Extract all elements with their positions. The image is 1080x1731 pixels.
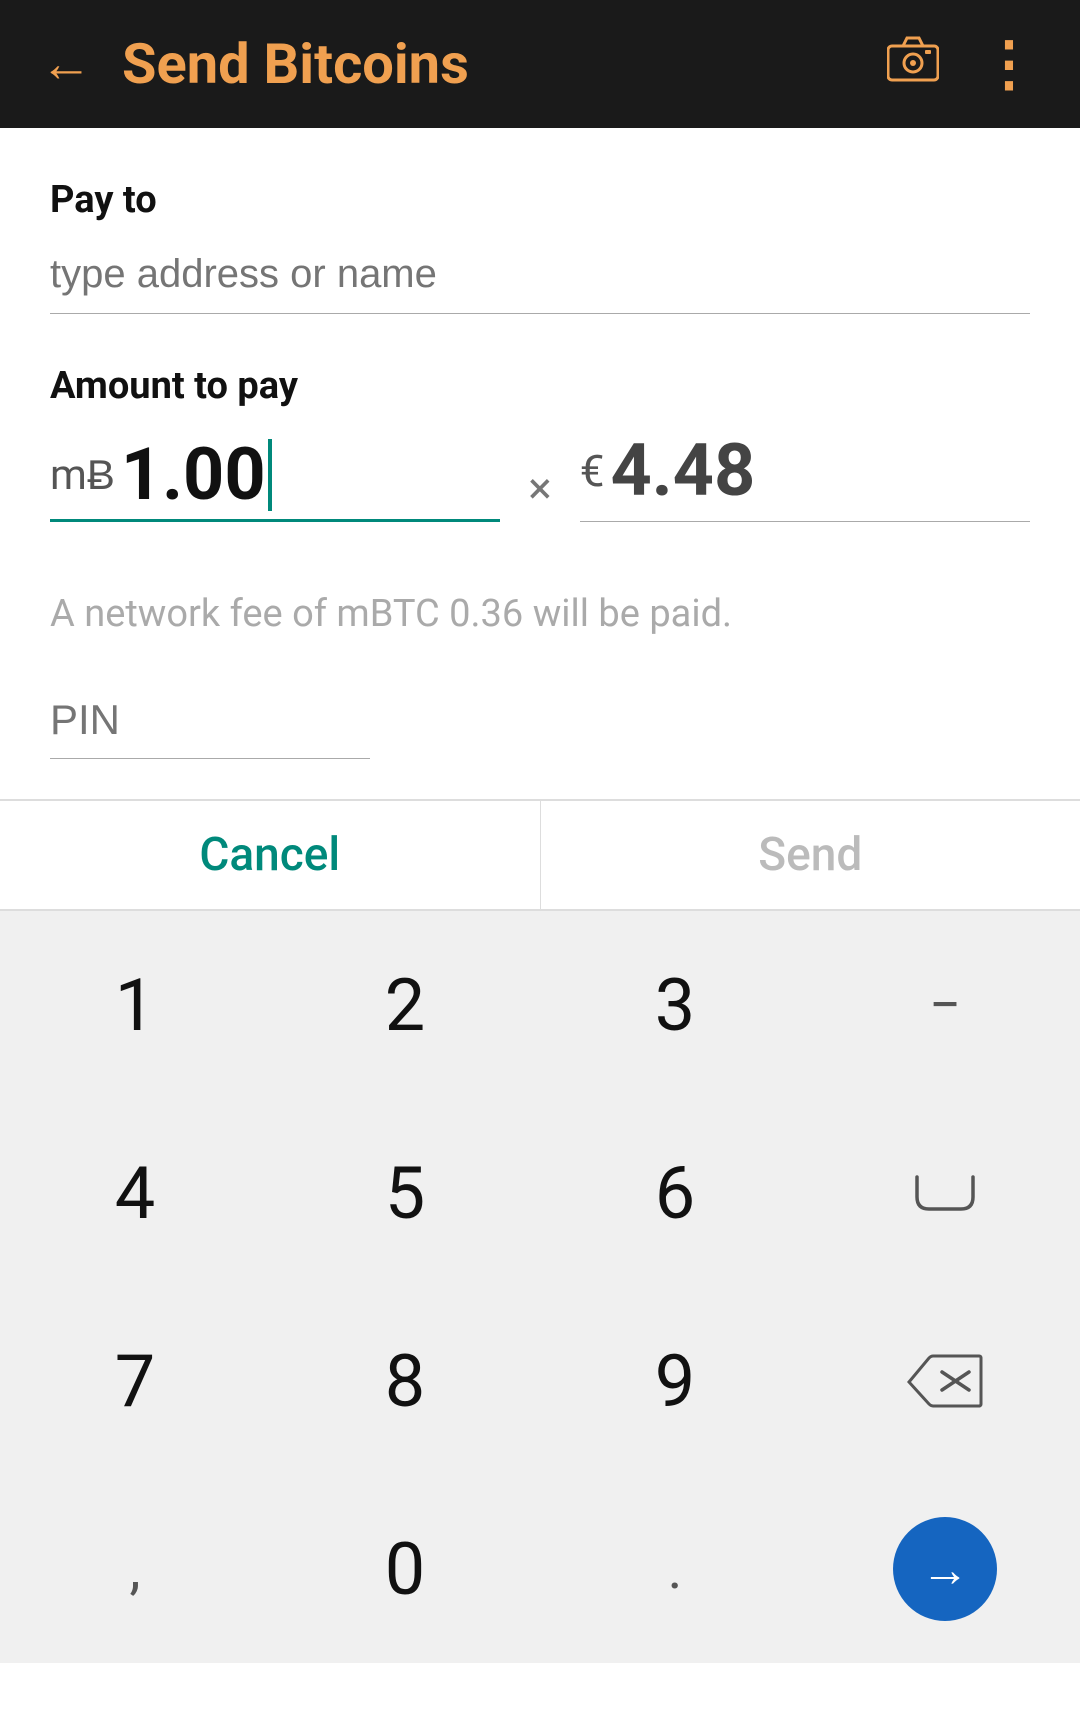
amount-times: × [528, 462, 551, 522]
numpad-key-7[interactable]: 7 [0, 1287, 270, 1475]
cancel-button[interactable]: Cancel [0, 801, 541, 909]
numpad-key-3[interactable]: 3 [540, 911, 810, 1099]
numpad-key-comma[interactable]: , [0, 1475, 270, 1663]
send-button[interactable]: Send [541, 801, 1080, 909]
amount-eur-value: 4.48 [610, 428, 755, 513]
numpad-key-5[interactable]: 5 [270, 1099, 540, 1287]
action-row: Cancel Send [0, 801, 1080, 911]
numpad-key-delete[interactable] [810, 1287, 1080, 1475]
amount-cursor [268, 439, 272, 511]
header-actions: ⋮ [887, 34, 1040, 94]
numpad-key-6[interactable]: 6 [540, 1099, 810, 1287]
numpad-key-9[interactable]: 9 [540, 1287, 810, 1475]
numpad-key-space[interactable] [810, 1099, 1080, 1287]
pay-to-label: Pay to [50, 178, 1030, 222]
network-fee-text: A network fee of mBTC 0.36 will be paid. [50, 592, 1030, 636]
numpad-key-8[interactable]: 8 [270, 1287, 540, 1475]
numpad-key-2[interactable]: 2 [270, 911, 540, 1099]
amount-btc-prefix: mɃ [50, 451, 115, 500]
numpad-key-0[interactable]: 0 [270, 1475, 540, 1663]
numpad-key-dot[interactable]: . [540, 1475, 810, 1663]
pay-to-input[interactable] [50, 242, 1030, 314]
camera-icon[interactable] [887, 36, 939, 93]
go-circle: → [893, 1517, 997, 1621]
amount-eur-prefix: € [580, 445, 605, 497]
numpad-key-4[interactable]: 4 [0, 1099, 270, 1287]
more-icon[interactable]: ⋮ [979, 34, 1040, 94]
back-button[interactable]: ← [40, 38, 92, 90]
header: ← Send Bitcoins ⋮ [0, 0, 1080, 128]
amount-row: mɃ 1.00 × € 4.48 [50, 428, 1030, 522]
pin-input[interactable] [50, 686, 370, 759]
numpad-key-1[interactable]: 1 [0, 911, 270, 1099]
go-arrow: → [921, 1541, 969, 1598]
amount-eur-wrapper: € 4.48 [580, 428, 1030, 522]
amount-btc-value: 1.00 [121, 439, 266, 511]
numpad-key-minus[interactable]: − [810, 911, 1080, 1099]
amount-btc-wrapper: mɃ 1.00 [50, 439, 500, 522]
numpad-key-go[interactable]: → [810, 1475, 1080, 1663]
amount-label: Amount to pay [50, 364, 1030, 408]
numpad: 123− 456 789 ,0. → [0, 911, 1080, 1663]
page-title: Send Bitcoins [122, 31, 887, 97]
form-section: Pay to Amount to pay mɃ 1.00 × € 4.48 A … [0, 128, 1080, 759]
